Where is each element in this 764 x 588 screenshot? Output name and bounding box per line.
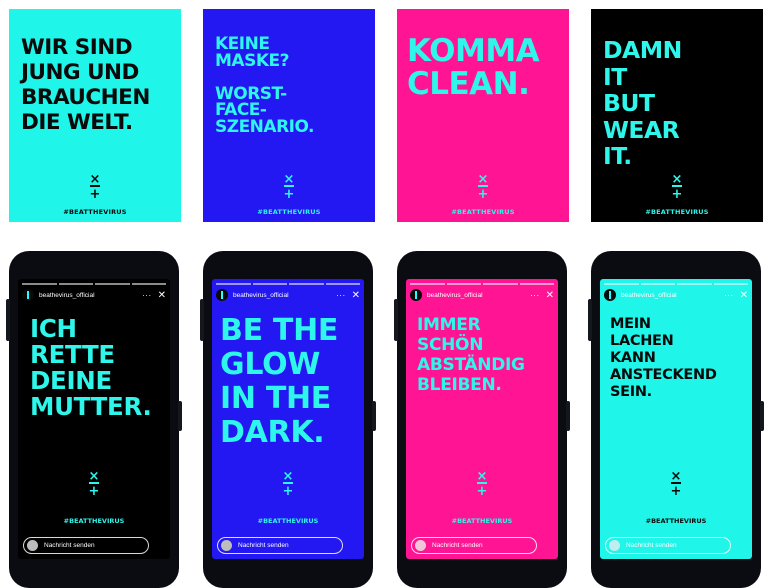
story-headline: IMMER SCHÖN ABSTÄNDIG BLEIBEN. [417,315,525,395]
poster-headline: WIR SIND JUNG UND BRAUCHEN DIE WELT. [21,35,150,135]
story-username[interactable]: beathevirus_official [39,292,142,299]
story-screen: beathevirus_official ··· ✕ IMMER SCHÖN A… [406,279,558,559]
times-minus-plus-icon: × + [89,172,101,202]
reply-placeholder: Nachricht senden [44,542,95,549]
story-hashtag: #BEATTHEVIRUS [451,517,513,525]
times-minus-plus-icon: × + [88,469,100,499]
story-headline: BE THE GLOW IN THE DARK. [220,313,339,450]
poster-hashtag: #BEATTHEVIRUS [63,208,127,216]
phone-3: beathevirus_official ··· ✕ IMMER SCHÖN A… [394,251,570,588]
story-progress-bars [410,283,554,285]
story-hashtag: #BEATTHEVIRUS [257,517,319,525]
avatar[interactable] [216,289,228,301]
story-screen: beathevirus_official ··· ✕ BE THE GLOW I… [212,279,364,559]
phone-2: beathevirus_official ··· ✕ BE THE GLOW I… [200,251,376,588]
phone-side-button [200,299,204,341]
poster-3: KOMMA CLEAN. × + #BEATTHEVIRUS [397,9,569,222]
times-minus-plus-icon: × + [477,172,489,202]
times-minus-plus-icon: × + [671,172,683,202]
avatar[interactable] [22,289,34,301]
reply-avatar [27,540,38,551]
story-screen: beathevirus_official ··· ✕ ICH RETTE DEI… [18,279,170,559]
avatar[interactable] [410,289,422,301]
poster-2: KEINE MASKE? WORST- FACE- SZENARIO. × + #… [203,9,375,222]
story-header: beathevirus_official ··· ✕ [410,288,554,302]
times-minus-plus-icon: × + [670,469,682,499]
phone-side-button [178,401,182,431]
story-progress-bars [22,283,166,285]
phone-4: beathevirus_official ··· ✕ MEIN LACHEN K… [588,251,764,588]
story-progress-bars [604,283,748,285]
story-username[interactable]: beathevirus_official [621,292,724,299]
story-header: beathevirus_official ··· ✕ [216,288,360,302]
phone-side-button [372,401,376,431]
more-dots-icon[interactable]: ··· [142,291,152,300]
story-username[interactable]: beathevirus_official [233,292,336,299]
phone-side-button [6,299,10,341]
story-headline: ICH RETTE DEINE MUTTER. [30,314,152,421]
more-dots-icon[interactable]: ··· [336,291,346,300]
reply-placeholder: Nachricht senden [432,542,483,549]
story-header: beathevirus_official ··· ✕ [604,288,748,302]
phone-side-button [588,299,592,341]
reply-avatar [221,540,232,551]
reply-input[interactable]: Nachricht senden [411,537,537,554]
poster-hashtag: #BEATTHEVIRUS [645,208,709,216]
poster-headline: DAMN IT BUT WEAR IT. [603,36,682,170]
reply-avatar [415,540,426,551]
times-minus-plus-icon: × + [282,469,294,499]
poster-hashtag: #BEATTHEVIRUS [257,208,321,216]
poster-hashtag: #BEATTHEVIRUS [451,208,515,216]
close-icon[interactable]: ✕ [352,290,360,301]
story-hashtag: #BEATTHEVIRUS [645,517,707,525]
phone-side-button [566,401,570,431]
avatar[interactable] [604,289,616,301]
more-dots-icon[interactable]: ··· [530,291,540,300]
story-screen: beathevirus_official ··· ✕ MEIN LACHEN K… [600,279,752,559]
reply-input[interactable]: Nachricht senden [23,537,149,554]
phone-side-button [760,401,764,431]
close-icon[interactable]: ✕ [546,290,554,301]
phone-1: beathevirus_official ··· ✕ ICH RETTE DEI… [6,251,182,588]
reply-placeholder: Nachricht senden [626,542,677,549]
story-progress-bars [216,283,360,285]
times-minus-plus-icon: × + [476,469,488,499]
close-icon[interactable]: ✕ [158,290,166,301]
poster-headline: KEINE MASKE? WORST- FACE- SZENARIO. [215,34,315,137]
phone-side-button [394,299,398,341]
story-hashtag: #BEATTHEVIRUS [63,517,125,525]
story-header: beathevirus_official ··· ✕ [22,288,166,302]
poster-4: DAMN IT BUT WEAR IT. × + #BEATTHEVIRUS [591,9,763,222]
reply-input[interactable]: Nachricht senden [605,537,731,554]
poster-1: WIR SIND JUNG UND BRAUCHEN DIE WELT. × + … [9,9,181,222]
times-minus-plus-icon: × + [283,172,295,202]
close-icon[interactable]: ✕ [740,290,748,301]
story-username[interactable]: beathevirus_official [427,292,530,299]
reply-input[interactable]: Nachricht senden [217,537,343,554]
story-headline: MEIN LACHEN KANN ANSTECKEND SEIN. [610,316,717,400]
reply-placeholder: Nachricht senden [238,542,289,549]
poster-headline: KOMMA CLEAN. [407,33,540,102]
more-dots-icon[interactable]: ··· [724,291,734,300]
reply-avatar [609,540,620,551]
